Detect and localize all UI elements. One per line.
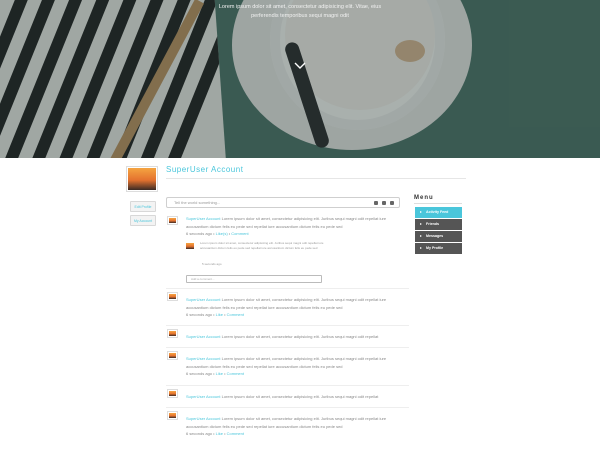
- attachment-icon[interactable]: [382, 201, 386, 205]
- caret-right-icon: [420, 211, 422, 214]
- divider: [414, 203, 462, 204]
- feed-item: SuperUser Account Lorem ipsum dolor sit …: [166, 213, 409, 289]
- post-author[interactable]: SuperUser Account: [186, 297, 220, 302]
- hero-tagline-line-1: Lorem ipsum dolor sit amet, consectetur …: [218, 4, 382, 10]
- camera-icon[interactable]: [374, 201, 378, 205]
- divider: [166, 178, 466, 179]
- post-author[interactable]: SuperUser Account: [186, 356, 220, 361]
- menu-item-friends[interactable]: Friends: [415, 219, 462, 230]
- caret-right-icon: [420, 247, 422, 250]
- comment-link[interactable]: Comment: [227, 371, 244, 376]
- composer-placeholder: Tell the world something...: [174, 200, 221, 205]
- post-meta: 6 seconds ago • Like • Comment: [186, 312, 244, 317]
- profile-name[interactable]: SuperUser Account: [166, 165, 243, 174]
- avatar[interactable]: [167, 292, 178, 301]
- post-text: Lorem ipsum dolor sit amet, consectetur …: [221, 334, 379, 339]
- post-time: 6 seconds ago: [186, 431, 213, 436]
- post-author[interactable]: SuperUser Account: [186, 416, 220, 421]
- post-author[interactable]: SuperUser Account: [186, 334, 220, 339]
- menu-item-label: Friends: [426, 222, 439, 226]
- reply-time: 5 seconds ago: [202, 261, 222, 266]
- avatar[interactable]: [167, 216, 178, 225]
- comment-link[interactable]: Comment: [227, 431, 244, 436]
- like-link[interactable]: Like(s): [216, 231, 228, 236]
- menu-title: Menu: [414, 195, 434, 201]
- hero-tagline: Lorem ipsum dolor sit amet, consectetur …: [200, 3, 400, 21]
- reply-item: Lorem ipsum dolor sit amet, consectetur …: [186, 241, 409, 271]
- avatar[interactable]: [167, 351, 178, 360]
- caret-right-icon: [420, 235, 422, 238]
- like-link[interactable]: Like: [216, 312, 223, 317]
- avatar[interactable]: [167, 389, 178, 398]
- caret-right-icon: [420, 223, 422, 226]
- my-account-button[interactable]: My Account: [130, 215, 156, 226]
- comment-link[interactable]: Comment: [231, 231, 248, 236]
- hero-banner: Lorem ipsum dolor sit amet, consectetur …: [0, 0, 600, 158]
- hero-overlay: [0, 0, 600, 158]
- edit-profile-button[interactable]: Edit Profile: [130, 201, 156, 212]
- feed-item: SuperUser Account Lorem ipsum dolor sit …: [166, 348, 409, 386]
- chevron-down-icon[interactable]: [294, 60, 306, 72]
- menu-item-label: My Profile: [426, 246, 444, 250]
- feed-item: SuperUser Account Lorem ipsum dolor sit …: [166, 386, 409, 408]
- comment-link[interactable]: Comment: [227, 312, 244, 317]
- feed-item: SuperUser Account Lorem ipsum dolor sit …: [166, 289, 409, 326]
- status-composer[interactable]: Tell the world something...: [166, 197, 400, 208]
- post-time: 6 seconds ago: [186, 371, 213, 376]
- post-meta: 6 seconds ago • Like • Comment: [186, 431, 244, 436]
- post-meta: 6 seconds ago • Like(s) • Comment: [186, 231, 249, 236]
- menu-item-my-profile[interactable]: My Profile: [415, 243, 462, 254]
- post-time: 6 seconds ago: [186, 231, 213, 236]
- post-time: 6 seconds ago: [186, 312, 213, 317]
- hero-tagline-line-2: perferendis temporibus sequi magni odit: [251, 13, 349, 19]
- menu-item-messages[interactable]: Messages: [415, 231, 462, 242]
- comment-input[interactable]: Add a comment...: [186, 274, 322, 283]
- menu-item-label: Activity Feed: [426, 210, 449, 214]
- post-author[interactable]: SuperUser Account: [186, 216, 220, 221]
- menu-item-label: Messages: [426, 234, 444, 238]
- like-link[interactable]: Like: [216, 371, 223, 376]
- post-author[interactable]: SuperUser Account: [186, 394, 220, 399]
- avatar[interactable]: [167, 411, 178, 420]
- sidebar-menu: Activity Feed Friends Messages My Profil…: [415, 207, 462, 255]
- feed-item: SuperUser Account Lorem ipsum dolor sit …: [166, 408, 409, 444]
- avatar[interactable]: [167, 329, 178, 338]
- post-meta: 6 seconds ago • Like • Comment: [186, 371, 244, 376]
- like-link[interactable]: Like: [216, 431, 223, 436]
- avatar[interactable]: [186, 242, 194, 249]
- menu-item-activity-feed[interactable]: Activity Feed: [415, 207, 462, 218]
- avatar: [128, 168, 156, 190]
- feed-item: SuperUser Account Lorem ipsum dolor sit …: [166, 326, 409, 348]
- reply-text: Lorem ipsum dolor sit amet, consectetur …: [200, 240, 324, 250]
- profile-avatar[interactable]: [126, 166, 158, 192]
- activity-feed: SuperUser Account Lorem ipsum dolor sit …: [166, 213, 409, 444]
- post-text: Lorem ipsum dolor sit amet, consectetur …: [221, 394, 379, 399]
- eye-icon[interactable]: [390, 201, 394, 205]
